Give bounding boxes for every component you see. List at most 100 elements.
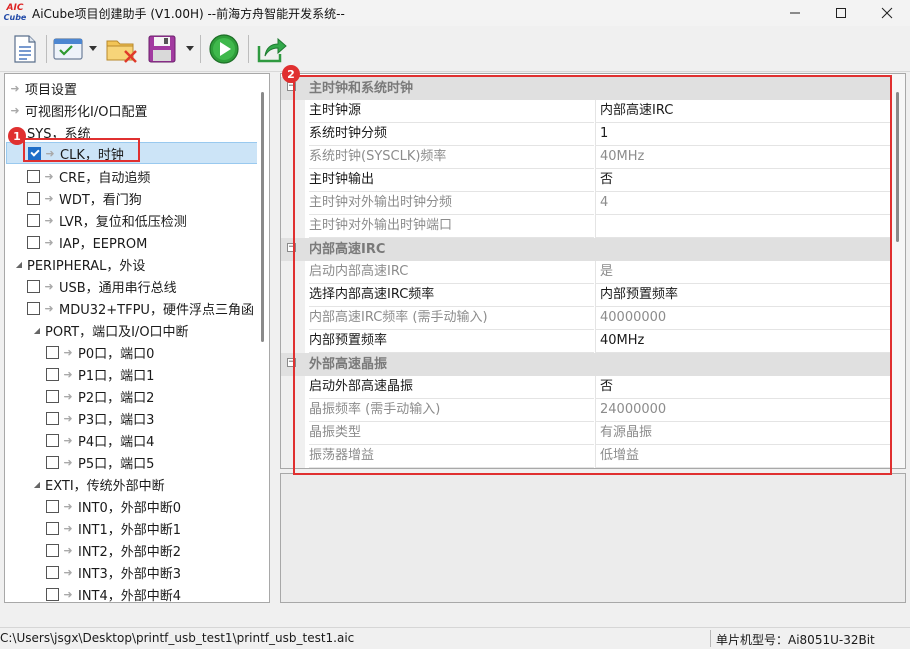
project-path: C:\Users\jsgx\Desktop\printf_usb_test1\p… xyxy=(0,631,355,645)
tree-item-checkbox[interactable] xyxy=(46,433,59,447)
new-document-icon xyxy=(14,35,36,63)
tree-item-p1[interactable]: ➜ P1口，端口1 xyxy=(5,363,257,385)
arrow-icon: ➜ xyxy=(63,543,73,557)
collapse-icon[interactable]: ◢ xyxy=(33,326,41,335)
config-button[interactable] xyxy=(50,32,86,66)
tree-item-label: WDT，看门狗 xyxy=(59,192,142,208)
tree-item-checkbox[interactable] xyxy=(27,279,40,293)
toolbar-separator xyxy=(46,35,47,63)
tree-item-label: P1口，端口1 xyxy=(78,368,155,384)
tree-item-wdt[interactable]: ➜ WDT，看门狗 xyxy=(5,187,257,209)
app-logo: AIC Cube xyxy=(3,2,27,24)
run-button[interactable] xyxy=(206,32,242,66)
tree-item-checkbox[interactable] xyxy=(46,411,59,425)
tree-item-p5[interactable]: ➜ P5口，端口5 xyxy=(5,451,257,473)
tree-item-checkbox[interactable] xyxy=(46,345,59,359)
property-scrollbar-thumb[interactable] xyxy=(896,92,899,242)
tree-item-usb[interactable]: ➜ USB，通用串行总线 xyxy=(5,275,257,297)
toolbar xyxy=(0,26,910,72)
arrow-icon: ➜ xyxy=(63,411,73,425)
run-icon xyxy=(209,34,239,64)
tree-scrollbar-thumb[interactable] xyxy=(261,92,264,342)
tree-item-int2[interactable]: ➜ INT2，外部中断2 xyxy=(5,539,257,561)
tree-item-checkbox[interactable] xyxy=(46,543,59,557)
tree-item-io-config[interactable]: ➜ 可视图形化I/O口配置 xyxy=(5,99,257,121)
tree-item-port[interactable]: ◢ PORT，端口及I/O口中断 xyxy=(5,319,257,341)
tree-item-int1[interactable]: ➜ INT1，外部中断1 xyxy=(5,517,257,539)
title-bar: AIC Cube AiCube项目创建助手 (V1.00H) --前海方舟智能开… xyxy=(0,0,910,26)
tree-item-checkbox[interactable] xyxy=(46,565,59,579)
tree-item-checkbox[interactable] xyxy=(27,235,40,249)
maximize-icon xyxy=(836,8,846,18)
tree-item-p4[interactable]: ➜ P4口，端口4 xyxy=(5,429,257,451)
arrow-icon: ➜ xyxy=(44,279,54,293)
tree-item-checkbox[interactable] xyxy=(46,499,59,513)
close-project-button[interactable] xyxy=(104,32,140,66)
tree-item-label: P4口，端口4 xyxy=(78,434,155,450)
tree-item-label: INT1，外部中断1 xyxy=(78,522,182,538)
tree-item-int0[interactable]: ➜ INT0，外部中断0 xyxy=(5,495,257,517)
tree-item-checkbox[interactable] xyxy=(27,169,40,183)
annotation-badge-1: 1 xyxy=(8,127,26,145)
collapse-icon[interactable]: ◢ xyxy=(15,260,23,269)
tree-item-int4[interactable]: ➜ INT4，外部中断4 xyxy=(5,583,257,603)
arrow-icon: ➜ xyxy=(10,81,20,95)
annotation-badge-2: 2 xyxy=(282,65,300,83)
tree-item-p3[interactable]: ➜ P3口，端口3 xyxy=(5,407,257,429)
minimize-button[interactable] xyxy=(772,0,818,26)
tree-item-checkbox[interactable] xyxy=(27,301,40,315)
property-scrollbar[interactable] xyxy=(891,74,905,468)
new-project-button[interactable] xyxy=(8,32,42,66)
status-divider xyxy=(710,630,711,647)
tree-item-p2[interactable]: ➜ P2口，端口2 xyxy=(5,385,257,407)
tree-item-checkbox[interactable] xyxy=(46,587,59,601)
tree-item-label: P5口，端口5 xyxy=(78,456,155,472)
tree-item-peripheral[interactable]: ◢ PERIPHERAL，外设 xyxy=(5,253,257,275)
tree-item-label: INT4，外部中断4 xyxy=(78,588,182,603)
description-panel xyxy=(280,473,906,603)
close-button[interactable] xyxy=(864,0,910,26)
tree-scrollbar[interactable] xyxy=(257,74,269,602)
tree-item-label: EXTI，传统外部中断 xyxy=(45,478,165,494)
tree-item-iap[interactable]: ➜ IAP，EEPROM xyxy=(5,231,257,253)
tree-item-checkbox[interactable] xyxy=(27,213,40,227)
tree-item-checkbox[interactable] xyxy=(27,191,40,205)
tree-item-label: MDU32+TFPU，硬件浮点三角函 xyxy=(59,302,254,318)
annotation-box-2 xyxy=(293,75,892,475)
tree-item-label: LVR，复位和低压检测 xyxy=(59,214,187,230)
arrow-icon: ➜ xyxy=(63,367,73,381)
tree-item-checkbox[interactable] xyxy=(46,367,59,381)
tree-item-p0[interactable]: ➜ P0口，端口0 xyxy=(5,341,257,363)
tree-item-label: P3口，端口3 xyxy=(78,412,155,428)
arrow-icon: ➜ xyxy=(44,301,54,315)
collapse-icon[interactable]: ◢ xyxy=(33,480,41,489)
tree-item-cre[interactable]: ➜ CRE，自动追频 xyxy=(5,165,257,187)
tree-item-checkbox[interactable] xyxy=(46,521,59,535)
tree-item-exti[interactable]: ◢ EXTI，传统外部中断 xyxy=(5,473,257,495)
tree-item-checkbox[interactable] xyxy=(46,455,59,469)
tree-item-label: P2口，端口2 xyxy=(78,390,155,406)
save-dropdown-arrow[interactable] xyxy=(186,46,194,51)
arrow-icon: ➜ xyxy=(63,389,73,403)
arrow-icon: ➜ xyxy=(63,455,73,469)
config-dropdown-arrow[interactable] xyxy=(89,46,97,51)
tree-item-mdu32[interactable]: ➜ MDU32+TFPU，硬件浮点三角函 xyxy=(5,297,257,319)
maximize-button[interactable] xyxy=(818,0,864,26)
tree-item-label: PERIPHERAL，外设 xyxy=(27,258,146,274)
tree-item-label: INT2，外部中断2 xyxy=(78,544,182,560)
export-button[interactable] xyxy=(254,32,290,66)
arrow-icon: ➜ xyxy=(63,521,73,535)
tree-item-project-settings[interactable]: ➜ 项目设置 xyxy=(5,77,257,99)
tree-item-int3[interactable]: ➜ INT3，外部中断3 xyxy=(5,561,257,583)
arrow-icon: ➜ xyxy=(63,433,73,447)
arrow-icon: ➜ xyxy=(63,565,73,579)
window-title: AiCube项目创建助手 (V1.00H) --前海方舟智能开发系统-- xyxy=(32,6,345,21)
checklist-icon xyxy=(53,38,83,60)
logo-text-bottom: Cube xyxy=(3,13,27,22)
export-icon xyxy=(257,37,287,63)
save-button[interactable] xyxy=(144,32,180,66)
toolbar-separator xyxy=(248,35,249,63)
tree-item-lvr[interactable]: ➜ LVR，复位和低压检测 xyxy=(5,209,257,231)
tree-item-label: INT3，外部中断3 xyxy=(78,566,182,582)
tree-item-checkbox[interactable] xyxy=(46,389,59,403)
